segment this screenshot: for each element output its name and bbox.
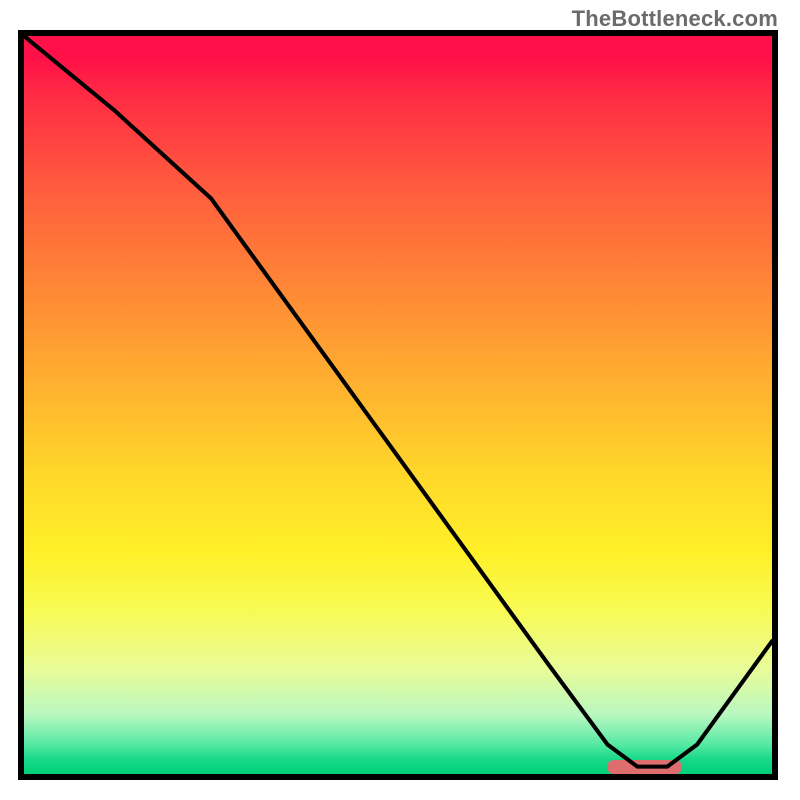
watermark-text: TheBottleneck.com: [572, 6, 778, 32]
bottleneck-curve: [24, 36, 772, 774]
chart-frame: [18, 30, 778, 780]
